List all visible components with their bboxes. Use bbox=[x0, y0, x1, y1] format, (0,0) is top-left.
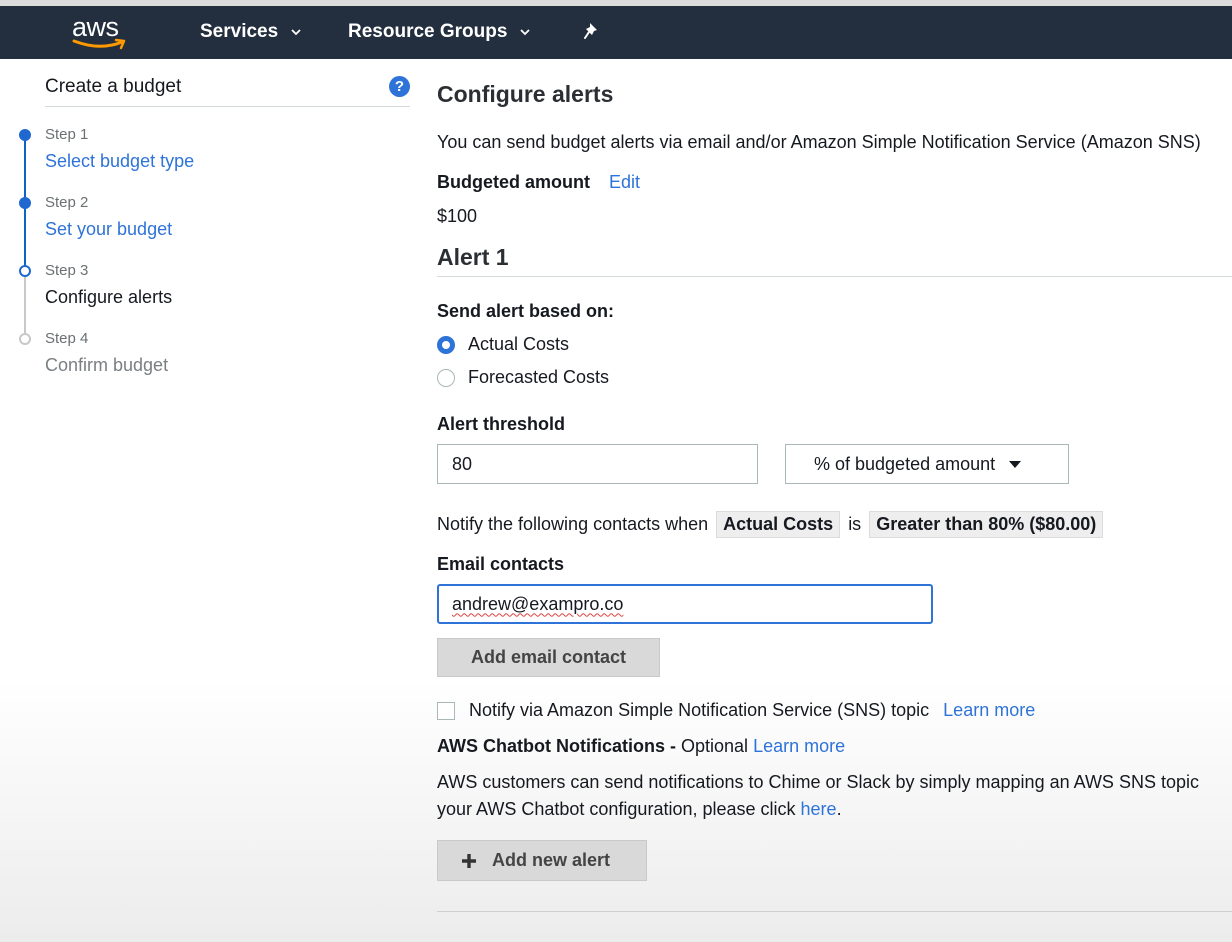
chatbot-heading: AWS Chatbot Notifications - Optional Lea… bbox=[437, 736, 845, 757]
sidebar-title: Create a budget bbox=[45, 76, 182, 97]
step-2-complete-dot bbox=[19, 197, 31, 209]
step-1-number: Step 1 bbox=[45, 126, 89, 143]
email-value: andrew@exampro.co bbox=[452, 593, 624, 614]
caret-down-icon bbox=[1009, 460, 1022, 468]
chatbot-here-link[interactable]: here bbox=[801, 799, 837, 819]
step-3-number: Step 3 bbox=[45, 262, 89, 279]
services-label: Services bbox=[200, 21, 279, 42]
radio-forecasted-label: Forecasted Costs bbox=[468, 367, 610, 387]
chatbot-title: AWS Chatbot Notifications - bbox=[437, 736, 676, 756]
plus-icon bbox=[462, 853, 476, 868]
add-new-alert-label: Add new alert bbox=[492, 850, 611, 870]
step-4-number: Step 4 bbox=[45, 330, 89, 347]
send-alert-label: Send alert based on: bbox=[437, 301, 615, 321]
email-contacts-label: Email contacts bbox=[437, 554, 565, 574]
resource-groups-menu[interactable]: Resource Groups bbox=[348, 21, 531, 43]
alert-threshold-label: Alert threshold bbox=[437, 414, 566, 434]
threshold-unit-value: % of budgeted amount bbox=[814, 453, 996, 474]
threshold-value: 80 bbox=[452, 453, 473, 474]
notify-is: is bbox=[848, 514, 862, 534]
alert-heading: Alert 1 bbox=[437, 244, 509, 270]
progress-line-remaining bbox=[24, 276, 26, 339]
step-4-upcoming-dot bbox=[19, 333, 31, 345]
basis-chip: Actual Costs bbox=[716, 511, 841, 538]
intro-text: You can send budget alerts via email and… bbox=[437, 132, 1201, 152]
services-menu[interactable]: Services bbox=[200, 21, 302, 43]
budgeted-amount-label: Budgeted amount bbox=[437, 172, 590, 192]
edit-budget-link[interactable]: Edit bbox=[609, 172, 640, 193]
step-2-number: Step 2 bbox=[45, 194, 89, 211]
radio-unselected-icon[interactable] bbox=[437, 368, 455, 387]
sns-checkbox[interactable] bbox=[437, 701, 455, 720]
step-3-current-dot bbox=[19, 265, 31, 277]
resource-groups-label: Resource Groups bbox=[348, 21, 508, 42]
sns-learn-more-link[interactable]: Learn more bbox=[943, 700, 1035, 721]
step-1-complete-dot bbox=[19, 129, 31, 141]
radio-forecasted-costs[interactable]: Forecasted Costs bbox=[437, 367, 609, 388]
radio-selected-icon[interactable] bbox=[437, 335, 455, 354]
notify-summary: Notify the following contacts when Actua… bbox=[437, 511, 1111, 538]
chatbot-desc-line1: AWS customers can send notifications to … bbox=[437, 772, 1199, 792]
chatbot-description: AWS customers can send notifications to … bbox=[437, 769, 1232, 823]
chevron-down-icon bbox=[519, 26, 531, 38]
notify-prefix: Notify the following contacts when bbox=[437, 514, 709, 534]
bottom-divider bbox=[437, 911, 1232, 912]
pin-icon[interactable] bbox=[582, 21, 604, 43]
chatbot-period: . bbox=[836, 799, 842, 819]
threshold-unit-select[interactable]: % of budgeted amount bbox=[785, 444, 1069, 484]
aws-smile-icon bbox=[72, 38, 126, 50]
condition-chip: Greater than 80% ($80.00) bbox=[869, 511, 1104, 538]
step-4-label: Confirm budget bbox=[45, 355, 169, 375]
add-email-contact-button[interactable]: Add email contact bbox=[437, 638, 660, 677]
chatbot-optional: Optional bbox=[681, 736, 749, 756]
chatbot-desc-line2: your AWS Chatbot configuration, please c… bbox=[437, 796, 1232, 823]
chatbot-learn-more-link[interactable]: Learn more bbox=[753, 736, 845, 756]
page-title: Configure alerts bbox=[437, 81, 614, 107]
sns-option: Notify via Amazon Simple Notification Se… bbox=[437, 700, 1035, 721]
aws-navbar: aws Services Resource Groups bbox=[0, 6, 1232, 59]
threshold-input[interactable]: 80 bbox=[437, 444, 758, 484]
email-contacts-input[interactable]: andrew@exampro.co bbox=[437, 584, 933, 624]
sidebar-divider bbox=[45, 106, 410, 107]
step-2-link[interactable]: Set your budget bbox=[45, 219, 172, 240]
budgeted-amount-value: $100 bbox=[437, 206, 478, 226]
add-new-alert-button[interactable]: Add new alert bbox=[437, 840, 647, 881]
aws-logo[interactable]: aws bbox=[70, 12, 132, 52]
step-1-link[interactable]: Select budget type bbox=[45, 151, 194, 172]
radio-actual-label: Actual Costs bbox=[468, 334, 570, 354]
sns-label: Notify via Amazon Simple Notification Se… bbox=[469, 700, 930, 720]
chatbot-desc-line2-text: your AWS Chatbot configuration, please c… bbox=[437, 799, 796, 819]
chevron-down-icon bbox=[290, 26, 302, 38]
radio-actual-costs[interactable]: Actual Costs bbox=[437, 334, 569, 355]
alert-divider bbox=[437, 276, 1232, 277]
help-icon[interactable]: ? bbox=[389, 76, 410, 97]
step-3-label: Configure alerts bbox=[45, 287, 173, 307]
